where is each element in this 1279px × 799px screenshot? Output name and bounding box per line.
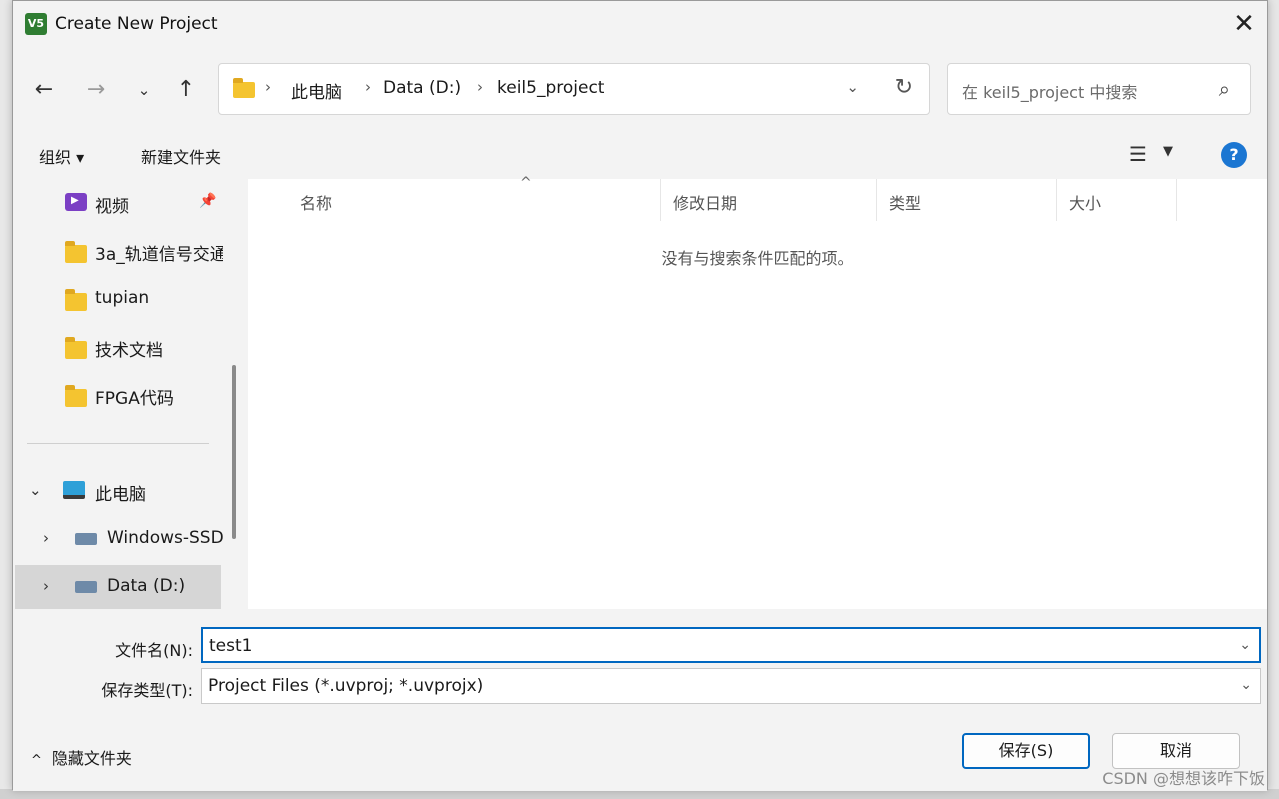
sidebar-item-folder[interactable]: FPGA代码	[13, 373, 223, 417]
sidebar-item-windows-ssd[interactable]: › Windows-SSD	[13, 517, 223, 561]
navigation-bar: ← → ⌄ ↑ › 此电脑 › Data (D:) › keil5_projec…	[13, 47, 1267, 131]
sidebar-item-label: 视频	[95, 197, 129, 217]
search-icon[interactable]: ⌕	[1219, 77, 1230, 101]
column-header-size[interactable]: 大小	[1057, 179, 1177, 221]
view-options-chevron-icon[interactable]: ▼	[1163, 144, 1173, 159]
sort-ascending-icon: ^	[520, 175, 532, 191]
sidebar-item-label: FPGA代码	[95, 389, 174, 409]
chevron-right-icon[interactable]: ›	[43, 577, 49, 595]
address-bar[interactable]: › 此电脑 › Data (D:) › keil5_project ⌄ ↻	[218, 63, 930, 115]
recent-locations-button[interactable]: ⌄	[129, 75, 159, 105]
search-input[interactable]: 在 keil5_project 中搜索	[962, 79, 1137, 103]
close-button[interactable]: ✕	[1221, 1, 1267, 47]
video-icon	[65, 193, 87, 211]
up-button[interactable]: ↑	[171, 75, 201, 105]
organize-menu-button[interactable]: 组织 ▾	[39, 144, 84, 168]
navigation-pane: 视频 📌 3a_轨道信号交通 tupian 技术文档 FPGA代码 ⌄ 此电脑 …	[13, 179, 248, 609]
breadcrumb-separator: ›	[265, 78, 271, 96]
pin-icon: 📌	[199, 193, 217, 209]
keil-app-icon: V5	[25, 13, 47, 35]
sidebar-item-videos[interactable]: 视频 📌	[13, 181, 223, 225]
computer-icon	[63, 481, 85, 499]
filetype-value: Project Files (*.uvproj; *.uvprojx)	[208, 676, 484, 696]
filename-input[interactable]: test1	[209, 636, 252, 656]
breadcrumb-this-pc[interactable]: 此电脑	[291, 78, 342, 103]
sidebar-scrollbar[interactable]	[232, 365, 236, 539]
cancel-button[interactable]: 取消	[1112, 733, 1240, 769]
breadcrumb-keil5-project[interactable]: keil5_project	[497, 78, 604, 98]
sidebar-item-label: Windows-SSD	[107, 528, 223, 548]
column-label: 名称	[300, 194, 333, 213]
drive-icon	[75, 581, 97, 593]
breadcrumb-separator: ›	[477, 78, 483, 96]
sidebar-item-data-drive[interactable]: › Data (D:)	[15, 565, 221, 609]
help-icon[interactable]: ?	[1221, 142, 1247, 168]
sidebar-item-folder[interactable]: tupian	[13, 277, 223, 321]
hide-folders-label: 隐藏文件夹	[51, 749, 132, 768]
save-options-form: 文件名(N): test1 ⌄ 保存类型(T): Project Files (…	[13, 609, 1267, 705]
folder-icon	[65, 289, 87, 311]
dialog-footer: ^ 隐藏文件夹 保存(S) 取消	[13, 705, 1267, 791]
sidebar-divider	[27, 443, 209, 444]
sidebar-item-label: Data (D:)	[107, 576, 186, 596]
forward-button[interactable]: →	[81, 75, 111, 105]
column-header-name[interactable]: 名称 ^	[288, 175, 661, 221]
folder-icon	[65, 241, 87, 263]
chevron-down-icon[interactable]: ⌄	[1239, 637, 1251, 653]
save-dialog: V5 Create New Project ✕ ← → ⌄ ↑ › 此电脑 › …	[12, 0, 1268, 791]
new-folder-button[interactable]: 新建文件夹	[141, 144, 221, 168]
sidebar-item-label: 技术文档	[95, 341, 163, 361]
breadcrumb-separator: ›	[365, 78, 371, 96]
sidebar-item-folder[interactable]: 3a_轨道信号交通	[13, 229, 223, 273]
search-box[interactable]: 在 keil5_project 中搜索 ⌕	[947, 63, 1251, 115]
command-bar: 组织 ▾ 新建文件夹 ☰ ▼ ?	[13, 131, 1267, 179]
column-label: 修改日期	[673, 194, 738, 213]
csdn-watermark: CSDN @想想该咋下饭	[1102, 769, 1265, 788]
title-bar: V5 Create New Project ✕	[13, 1, 1267, 47]
sidebar-item-label: 此电脑	[95, 485, 146, 505]
chevron-down-icon[interactable]: ⌄	[29, 481, 42, 499]
chevron-up-icon: ^	[31, 753, 42, 768]
column-header-type[interactable]: 类型	[877, 179, 1057, 221]
list-view-icon[interactable]: ☰	[1129, 142, 1147, 166]
sidebar-item-this-pc[interactable]: ⌄ 此电脑	[13, 469, 223, 513]
hide-folders-toggle[interactable]: ^ 隐藏文件夹	[31, 745, 132, 769]
folder-icon	[233, 78, 255, 98]
filetype-label: 保存类型(T):	[101, 681, 193, 700]
column-label: 类型	[889, 194, 922, 213]
chevron-down-icon[interactable]: ⌄	[846, 78, 859, 96]
chevron-right-icon[interactable]: ›	[43, 529, 49, 547]
drive-icon	[75, 533, 97, 545]
file-list: 名称 ^ 修改日期 类型 大小 没有与搜索条件匹配的项。	[248, 175, 1267, 609]
empty-folder-message: 没有与搜索条件匹配的项。	[661, 249, 854, 268]
chevron-down-icon[interactable]: ⌄	[1240, 677, 1252, 693]
background-right-edge	[1267, 0, 1279, 799]
window-title: Create New Project	[55, 14, 218, 34]
sidebar-item-label: tupian	[95, 288, 150, 308]
filename-field[interactable]: test1 ⌄	[201, 627, 1261, 663]
filename-label: 文件名(N):	[115, 641, 193, 660]
save-button[interactable]: 保存(S)	[962, 733, 1090, 769]
sidebar-item-label: 3a_轨道信号交通	[95, 245, 223, 265]
back-button[interactable]: ←	[29, 75, 59, 105]
refresh-icon[interactable]: ↻	[895, 75, 913, 100]
background-left-edge	[0, 0, 12, 799]
folder-icon	[65, 337, 87, 359]
column-label: 大小	[1069, 194, 1102, 213]
sidebar-item-folder[interactable]: 技术文档	[13, 325, 223, 369]
folder-icon	[65, 385, 87, 407]
column-header-modified[interactable]: 修改日期	[661, 179, 877, 221]
breadcrumb-data-drive[interactable]: Data (D:)	[383, 78, 461, 98]
filetype-select[interactable]: Project Files (*.uvproj; *.uvprojx) ⌄	[201, 668, 1261, 704]
